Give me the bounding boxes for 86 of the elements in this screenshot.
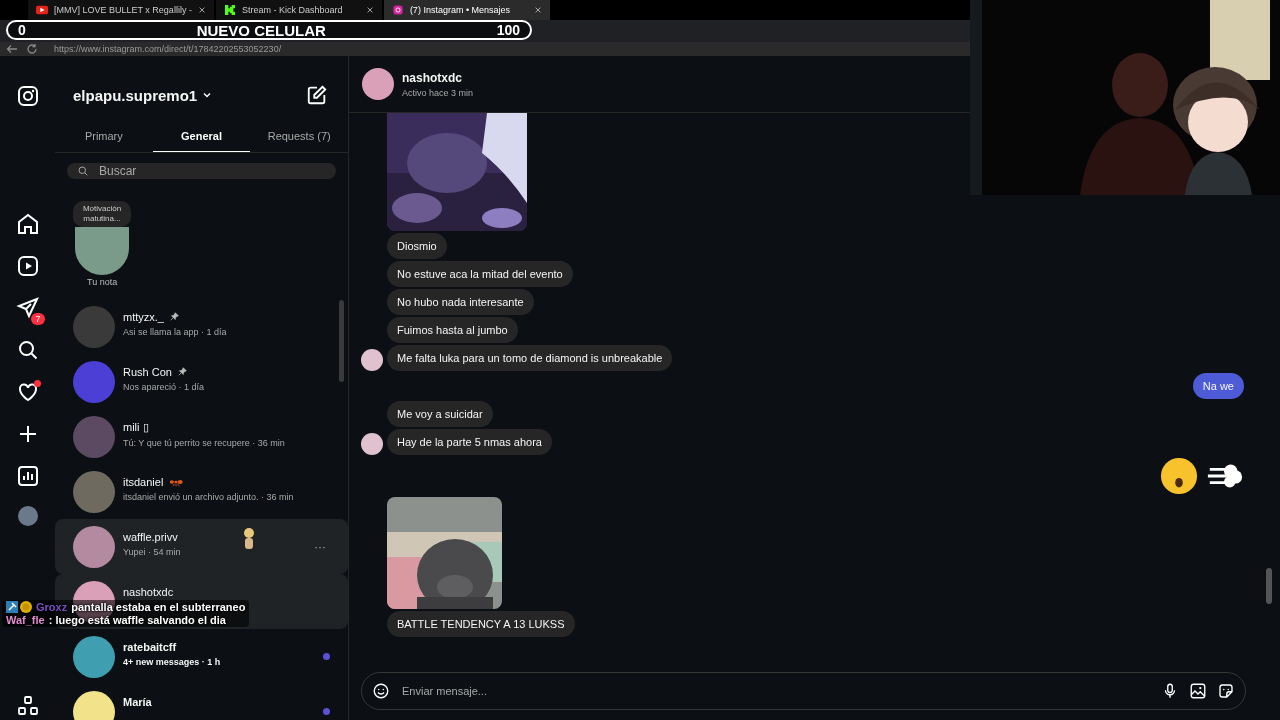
message-preview: Nos apareció · 1 día <box>123 381 206 392</box>
avatar[interactable] <box>75 227 129 275</box>
inbox-tab[interactable]: Requests (7) <box>250 124 348 152</box>
search-field[interactable]: Buscar <box>97 163 301 179</box>
play-icon <box>36 5 48 15</box>
message-bubble: Fuimos hasta al jumbo <box>387 317 518 343</box>
chat-username: Waf_fle <box>6 614 45 626</box>
contact-name: ratebaitcff <box>123 640 177 653</box>
chart-icon[interactable] <box>15 464 40 488</box>
message-preview: Tú: Y que tú perrito se recupere · 36 min <box>123 437 286 448</box>
avatar <box>73 690 115 720</box>
more-button[interactable]: ··· <box>314 539 330 554</box>
contact-name: mili ▯ <box>123 420 149 434</box>
video-icon[interactable] <box>15 254 40 278</box>
message-bubble: Me voy a suicidar <box>387 401 493 427</box>
note-bubble: Motivación matutina... <box>73 201 131 227</box>
conversation-item[interactable]: ratebaitcff 4+ new messages · 1 h <box>55 629 348 684</box>
goal-title: NUEVO CELULAR <box>196 21 326 39</box>
contact-name: mttyzx._ <box>123 310 164 323</box>
search-bar[interactable]: Buscar <box>67 163 336 179</box>
home-icon[interactable] <box>15 212 40 236</box>
avatar <box>73 470 115 513</box>
reload-icon[interactable] <box>26 43 38 55</box>
profile-avatar[interactable] <box>17 506 38 526</box>
contact-name: itsdaniel <box>123 475 164 488</box>
contact-name[interactable]: nashotxdc <box>402 70 474 85</box>
conversation-item[interactable]: mili ▯ Tú: Y que tú perrito se recupere · 36 min <box>55 409 348 464</box>
active-status: Activo hace 3 min <box>402 87 474 98</box>
message-bubble: Na we <box>1192 373 1244 399</box>
message-bubble: Hay de la parte 5 nmas ahora <box>387 429 552 455</box>
goal-start: 0 <box>18 22 26 38</box>
chat-message: pantalla estaba en el subterraneo <box>71 601 246 613</box>
message-bubble: No estuve aca la mitad del evento <box>387 261 573 287</box>
message-field[interactable]: Enviar mensaje... <box>400 684 1151 698</box>
surprised-face-icon <box>1160 457 1198 495</box>
message-preview: 4+ new messages · 1 h <box>123 656 222 667</box>
avatar <box>73 360 115 403</box>
instagram-icon[interactable] <box>15 84 40 108</box>
compose-icon[interactable] <box>306 84 328 106</box>
message-bubble: Diosmio <box>387 233 447 259</box>
contact-name: María <box>123 695 152 708</box>
inbox-tab[interactable]: General <box>152 124 251 152</box>
browser-tab[interactable]: Stream - Kick Dashboard <box>215 0 382 20</box>
contact-name: waffle.privv <box>123 530 178 543</box>
sticker-icon <box>241 527 257 551</box>
sticker-icon[interactable] <box>1217 682 1235 700</box>
search-icon <box>77 165 89 177</box>
scrollbar[interactable] <box>339 300 344 382</box>
scrollbar[interactable] <box>1266 568 1272 604</box>
back-icon[interactable] <box>6 43 18 55</box>
message-preview: itsdaniel envió un archivo adjunto. · 36 min <box>123 491 295 502</box>
browser-tab[interactable]: (7) Instagram • Mensajes <box>383 0 550 20</box>
message-bubble: No hubo nada interesante <box>387 289 534 315</box>
message-preview: Asi se llama la app · 1 día <box>123 326 228 337</box>
conversation-item[interactable]: waffle.privv Yupei · 54 min ··· <box>55 519 348 574</box>
avatar[interactable] <box>362 68 394 100</box>
inbox-tab[interactable]: Primary <box>55 124 153 152</box>
image-icon[interactable] <box>1189 682 1207 700</box>
k-logo-icon <box>223 5 236 15</box>
conversation-item[interactable]: Rush Con Nos apareció · 1 día <box>55 354 348 409</box>
note-caption: Tu nota <box>87 277 118 287</box>
close-icon[interactable] <box>533 6 542 14</box>
message-bubble: BATTLE TENDENCY A 13 LUKSS <box>387 611 575 637</box>
browser-tab[interactable]: [MMV] LOVE BULLET x Regallily - <box>28 0 214 20</box>
camera-icon <box>391 5 404 15</box>
avatar <box>73 415 115 458</box>
conversation-item[interactable]: itsdaniel itsdaniel envió un archivo adjunto. · 36 min <box>55 464 348 519</box>
avatar <box>73 525 115 568</box>
conversation-item[interactable]: mttyzx._ Asi se llama la app · 1 día <box>55 299 348 354</box>
notification-badge: 7 <box>31 313 45 325</box>
smiley-icon[interactable] <box>372 682 390 700</box>
goal-end: 100 <box>496 22 520 38</box>
close-icon[interactable] <box>197 6 206 14</box>
contact-name: nashotxdc <box>123 585 174 598</box>
account-name[interactable]: elpapu.supremo1 <box>73 86 198 104</box>
send-icon[interactable] <box>15 296 40 320</box>
close-icon[interactable] <box>365 6 374 14</box>
message-bubble: Me falta luka para un tomo de diamond is unbreakable <box>387 345 673 371</box>
hammer-icon <box>6 601 18 613</box>
conversation-item[interactable]: María <box>55 684 348 720</box>
apps-icon[interactable] <box>15 694 40 718</box>
coin-icon <box>20 601 32 613</box>
message-preview: Yupei · 54 min <box>123 546 182 557</box>
avatar <box>73 305 115 348</box>
avatar <box>73 635 115 678</box>
contact-name: Rush Con <box>123 365 172 378</box>
